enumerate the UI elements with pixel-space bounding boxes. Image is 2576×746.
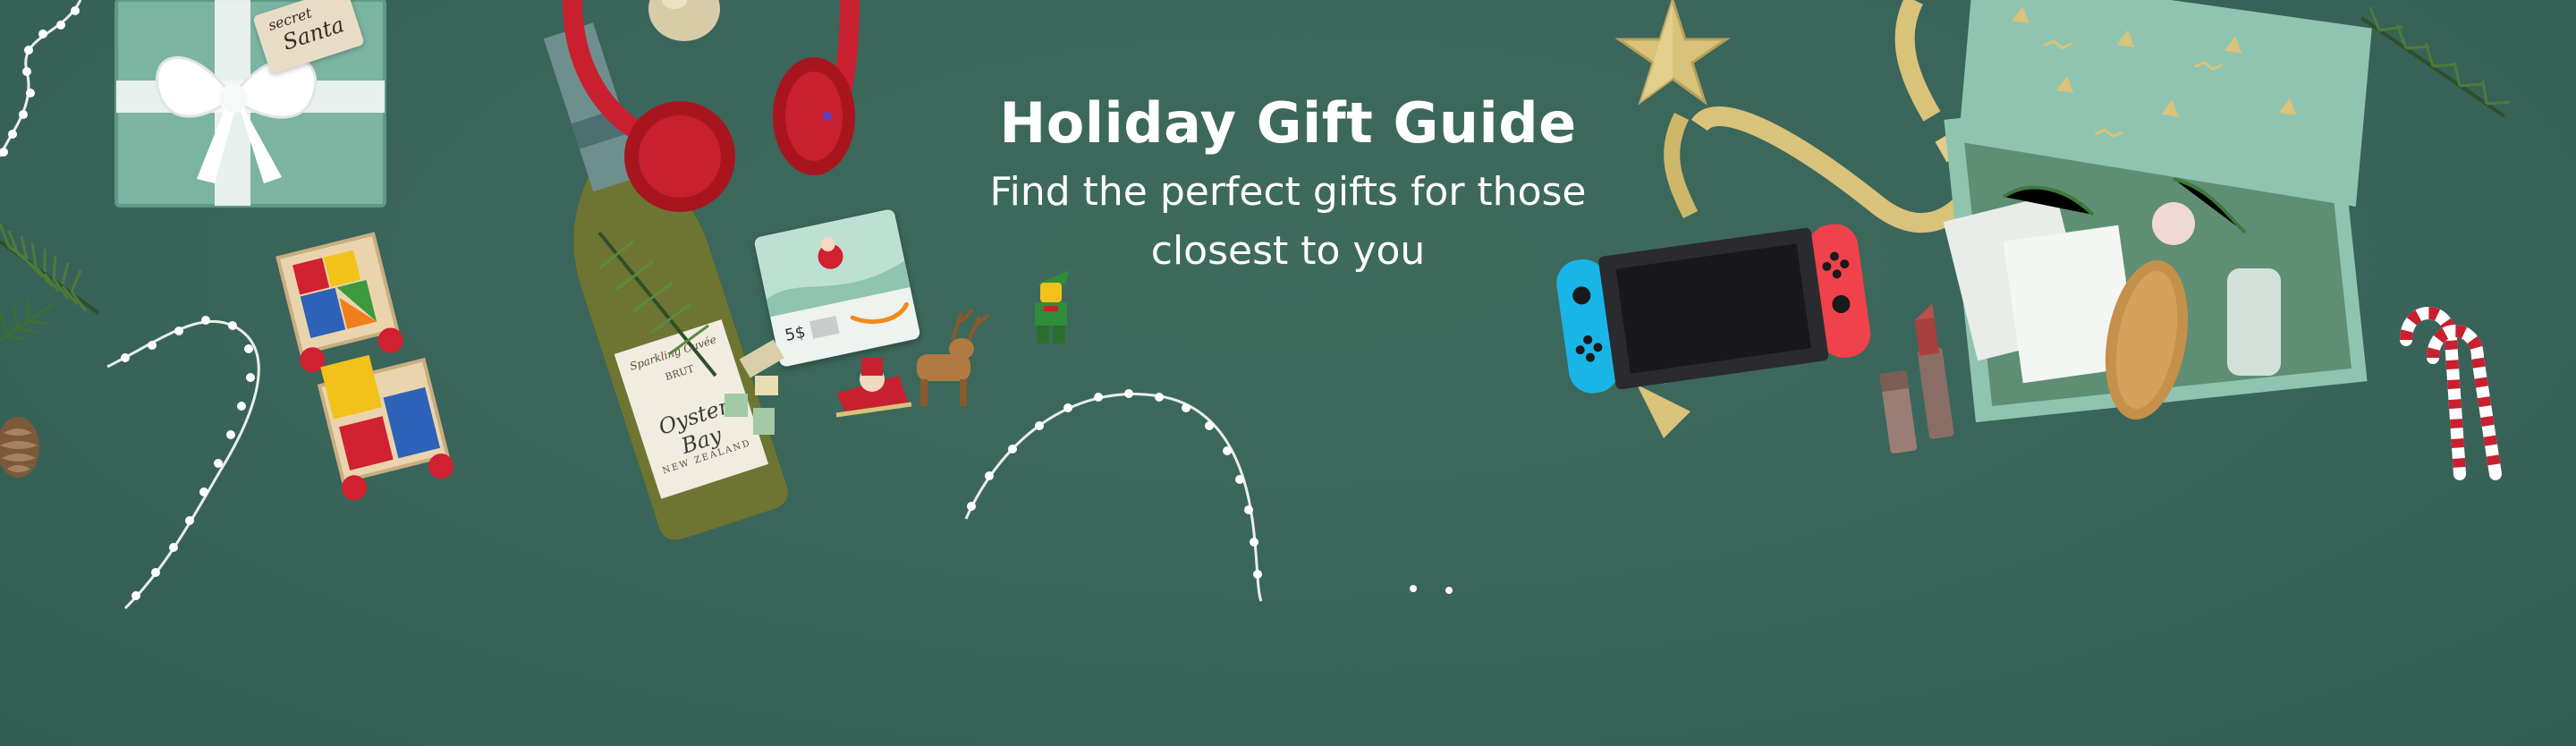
toy-train-icon: [275, 232, 454, 501]
string-lights-icon: [0, 0, 82, 157]
pine-branch-icon: [597, 231, 717, 377]
headphones-icon: [563, 0, 860, 212]
pine-branch-icon: [2360, 6, 2511, 118]
string-lights-icon: [106, 316, 260, 610]
string-lights-icon: [1410, 585, 1453, 594]
pine-branch-icon: [0, 223, 100, 342]
game-console-icon: [1556, 224, 1871, 394]
string-lights-icon: [964, 389, 1263, 602]
beauty-gift-box-icon: [1943, 0, 2372, 423]
toy-blocks-icon: [724, 339, 784, 435]
page-subtitle: Find the perfect gifts for those closest…: [989, 169, 1587, 274]
candy-cane-icon: [2400, 307, 2502, 480]
holiday-gift-guide-banner[interactable]: secret Santa Sparkling Cuvée BRUT Oyster…: [0, 0, 2576, 746]
page-title: Holiday Gift Guide: [999, 90, 1577, 156]
pine-cone-icon: [0, 417, 39, 478]
